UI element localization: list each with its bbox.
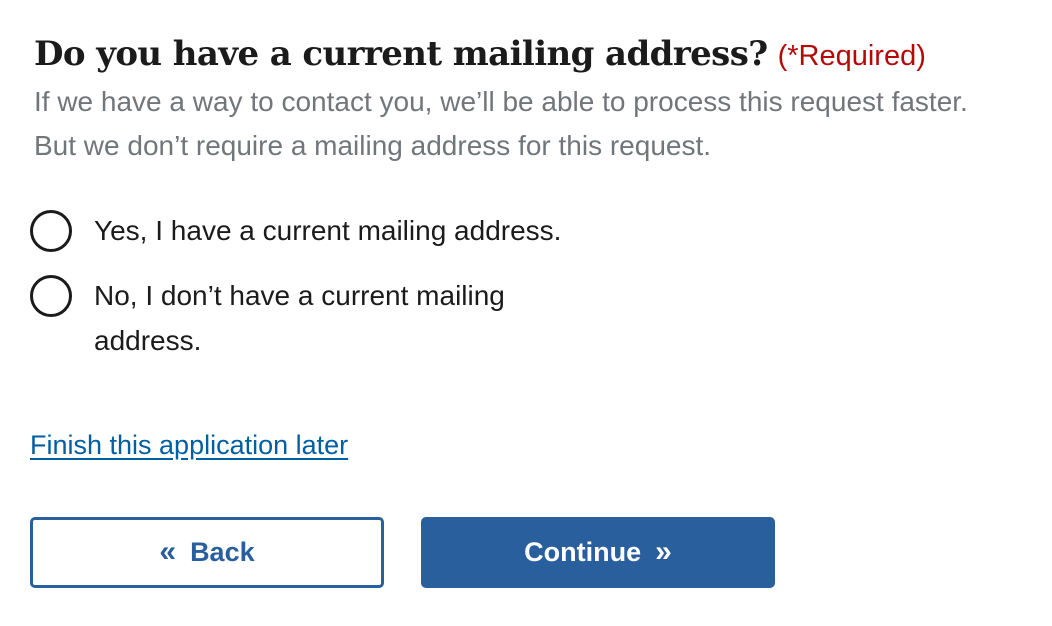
radio-group: Yes, I have a current mailing address. N… (30, 210, 584, 363)
radio-label-yes[interactable]: Yes, I have a current mailing address. (94, 208, 561, 253)
continue-button-label: Continue (524, 537, 642, 567)
mailing-address-question: Do you have a current mailing address? (… (34, 34, 1024, 168)
back-button[interactable]: « Back (30, 517, 384, 588)
radio-button-yes[interactable] (30, 210, 72, 252)
question-hint: If we have a way to contact you, we’ll b… (34, 86, 968, 161)
question-title: Do you have a current mailing address? (34, 34, 768, 74)
radio-button-no[interactable] (30, 275, 72, 317)
double-chevron-left-icon: « (159, 534, 177, 568)
radio-option-yes[interactable]: Yes, I have a current mailing address. (30, 210, 584, 253)
continue-button[interactable]: Continue » (421, 517, 775, 588)
radio-label-no[interactable]: No, I don’t have a current mailing addre… (94, 273, 584, 363)
finish-later-link[interactable]: Finish this application later (30, 426, 348, 464)
question-legend: Do you have a current mailing address? (… (34, 34, 1024, 74)
required-label: (*Required) (777, 40, 926, 72)
radio-option-no[interactable]: No, I don’t have a current mailing addre… (30, 275, 584, 363)
back-button-label: Back (190, 537, 255, 567)
double-chevron-right-icon: » (655, 534, 672, 568)
